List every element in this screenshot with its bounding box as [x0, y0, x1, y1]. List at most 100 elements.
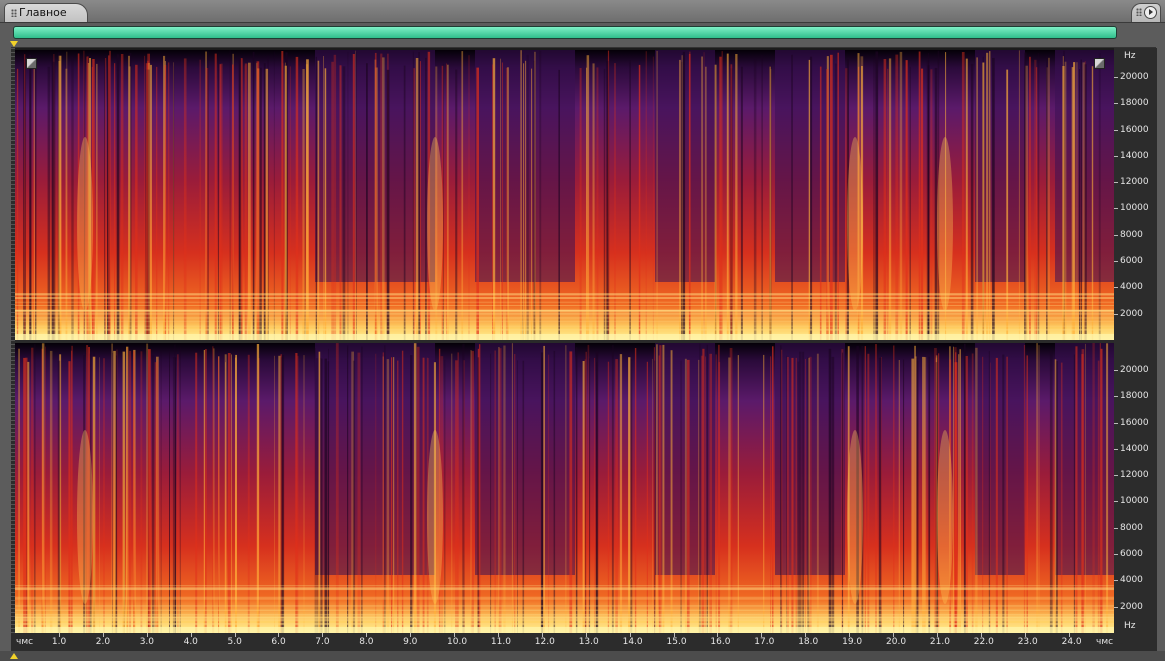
time-tick-label: 7.0	[315, 637, 330, 647]
spectrogram-right	[15, 343, 1114, 633]
spectral-channel-right[interactable]	[15, 343, 1114, 633]
time-tick	[936, 633, 938, 637]
frequency-tick	[1114, 234, 1118, 236]
frequency-tick-label: 8000	[1120, 522, 1143, 533]
time-tick-label: 18.0	[798, 637, 819, 647]
time-tick	[190, 633, 192, 637]
frequency-tick-label: 12000	[1120, 177, 1149, 188]
time-tick	[497, 633, 499, 637]
time-tick	[102, 633, 104, 637]
time-tick	[146, 633, 148, 637]
time-tick-label: 21.0	[929, 637, 950, 647]
time-tick	[629, 633, 631, 637]
playhead-marker-bottom-icon[interactable]	[10, 653, 18, 659]
time-tick	[454, 633, 455, 637]
overview-zoom-bar[interactable]	[13, 26, 1117, 39]
frequency-tick	[1114, 527, 1118, 529]
zoom-corner-right-icon[interactable]	[1094, 58, 1105, 69]
frequency-tick-label: 6000	[1120, 549, 1143, 560]
time-tick-label: 19.0	[842, 637, 863, 647]
time-tick-label: 4.0	[183, 637, 198, 647]
time-tick-label: 14.0	[622, 637, 643, 647]
time-tick	[1024, 633, 1026, 637]
time-tick-label: 22.0	[973, 637, 994, 647]
frequency-tick-label: 20000	[1120, 71, 1149, 82]
time-tick-label: 2.0	[95, 637, 111, 647]
time-tick-label: 8.0	[359, 637, 374, 647]
grip-icon[interactable]	[1136, 8, 1142, 16]
time-tick	[761, 633, 763, 637]
time-tick	[585, 633, 587, 637]
frequency-tick	[1114, 208, 1118, 210]
time-tick-label: 13.0	[578, 637, 599, 647]
panel-menu-icon[interactable]	[1144, 6, 1157, 19]
panel-menu-tab[interactable]	[1131, 3, 1161, 22]
frequency-unit-label: Hz	[1124, 51, 1136, 61]
frequency-tick	[1114, 103, 1118, 105]
frequency-tick	[1114, 475, 1118, 477]
frequency-tick-label: 8000	[1120, 229, 1143, 240]
tab-main-label: Главное	[19, 6, 67, 19]
tab-main[interactable]: Главное	[4, 3, 88, 22]
time-tick	[980, 633, 982, 637]
frequency-tick	[1114, 76, 1118, 78]
frequency-tick	[1114, 155, 1118, 157]
panel-tab-strip: Главное	[0, 0, 1165, 23]
frequency-tick	[1114, 554, 1118, 556]
time-tick	[893, 633, 894, 637]
frequency-tick	[1114, 261, 1118, 263]
frequency-tick-label: 14000	[1120, 150, 1149, 161]
time-tick-label: 12.0	[534, 637, 555, 647]
frequency-tick-label: 4000	[1120, 575, 1143, 586]
time-tick-label: 6.0	[271, 637, 286, 647]
frequency-tick-label: 14000	[1120, 443, 1149, 454]
time-tick-label: 11.0	[490, 637, 511, 647]
frequency-tick	[1114, 606, 1118, 608]
frequency-tick-label: 16000	[1120, 124, 1149, 135]
time-tick	[673, 633, 675, 637]
frequency-tick	[1114, 448, 1118, 450]
time-tick-label: 24.0	[1061, 637, 1082, 647]
frequency-tick	[1114, 501, 1118, 503]
frequency-tick	[1114, 422, 1118, 424]
frequency-tick-label: 12000	[1120, 470, 1149, 481]
frequency-tick	[1114, 396, 1118, 398]
time-tick	[322, 633, 324, 637]
frequency-tick-label: 2000	[1120, 308, 1143, 319]
frequency-tick	[1114, 580, 1118, 582]
spectrogram-left	[15, 50, 1114, 340]
frequency-tick	[1114, 369, 1118, 371]
time-tick	[805, 633, 807, 637]
frequency-unit-label: Hz	[1124, 621, 1136, 631]
frequency-tick-label: 4000	[1120, 282, 1143, 293]
time-tick-label: 1.0	[51, 637, 67, 647]
time-tick	[58, 633, 60, 637]
audio-editor-window: Главное Hz 20000 18000 16000 14000 12000 10000…	[0, 0, 1165, 661]
frequency-tick-label: 18000	[1120, 98, 1149, 109]
time-tick-label: 5.0	[227, 637, 242, 647]
time-tick	[366, 633, 368, 637]
time-tick-label: 23.0	[1017, 637, 1038, 647]
time-tick-label: 15.0	[666, 637, 687, 647]
frequency-tick-label: 16000	[1120, 417, 1149, 428]
frequency-tick	[1114, 313, 1118, 315]
grip-icon[interactable]	[11, 9, 17, 17]
frequency-ruler[interactable]	[1114, 48, 1157, 634]
time-unit-label-end: чмс	[1096, 637, 1114, 647]
time-tick	[234, 633, 236, 637]
frequency-tick-label: 6000	[1120, 256, 1143, 267]
bottom-bar	[0, 651, 1165, 661]
time-tick-label: 17.0	[754, 637, 775, 647]
time-tick	[278, 633, 280, 637]
frequency-tick	[1114, 182, 1118, 184]
time-tick	[717, 633, 719, 637]
time-unit-label-start: чмс	[16, 637, 34, 647]
time-tick-label: 20.0	[886, 637, 907, 647]
time-tick-label: 9.0	[403, 637, 418, 647]
time-tick	[410, 633, 412, 637]
frequency-tick-label: 10000	[1120, 203, 1149, 214]
time-tick	[1068, 633, 1070, 637]
zoom-corner-left-icon[interactable]	[26, 58, 37, 69]
time-tick	[541, 633, 543, 637]
spectral-channel-left[interactable]	[15, 50, 1114, 340]
